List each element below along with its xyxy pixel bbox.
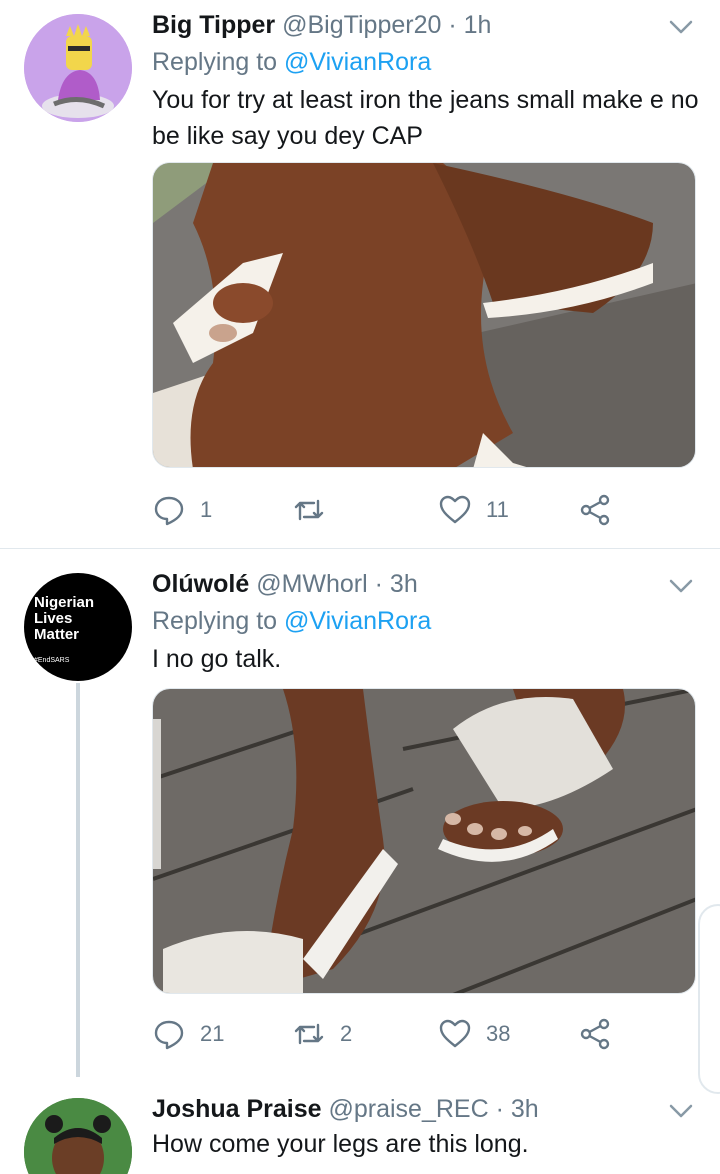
retweet-button[interactable] bbox=[292, 490, 340, 530]
mention-link[interactable]: @VivianRora bbox=[284, 607, 431, 635]
share-button[interactable] bbox=[578, 1014, 612, 1054]
separator: · bbox=[495, 1095, 504, 1123]
avatar-text-line2: Lives bbox=[34, 610, 73, 627]
avatar-hashtag: #EndSARS bbox=[34, 657, 70, 664]
white-sandals-on-deck-photo-icon bbox=[153, 689, 695, 993]
replying-to: Replying to @VivianRora bbox=[152, 607, 432, 635]
display-name[interactable]: Joshua Praise bbox=[152, 1095, 322, 1123]
like-button[interactable]: 38 bbox=[438, 1014, 510, 1054]
like-count: 38 bbox=[486, 1021, 511, 1046]
reply-icon bbox=[154, 1020, 184, 1050]
handle[interactable]: @praise_REC bbox=[328, 1095, 488, 1123]
avatar[interactable] bbox=[24, 14, 132, 122]
tweet-oluwole[interactable]: Nigerian Lives Matter #EndSARS Olúwolé @… bbox=[0, 549, 720, 1077]
heart-icon bbox=[439, 1019, 471, 1048]
handle[interactable]: @MWhorl bbox=[256, 570, 368, 598]
tweet-text: I no go talk. bbox=[152, 645, 282, 673]
separator: · bbox=[448, 11, 457, 39]
avatar[interactable] bbox=[24, 1098, 132, 1174]
tweet-media[interactable] bbox=[152, 162, 696, 468]
chevron-down-icon[interactable] bbox=[666, 12, 696, 42]
share-button[interactable] bbox=[578, 490, 612, 530]
tweet-big-tipper[interactable]: Big Tipper @BigTipper20 · 1h Replying to… bbox=[0, 0, 720, 548]
retweet-button[interactable]: 2 bbox=[292, 1014, 352, 1054]
chevron-down-icon[interactable] bbox=[666, 1096, 696, 1126]
reply-button[interactable]: 1 bbox=[152, 490, 212, 530]
tweet-text: How come your legs are this long. bbox=[152, 1130, 529, 1158]
timestamp[interactable]: 3h bbox=[511, 1095, 539, 1123]
share-icon bbox=[580, 1018, 610, 1050]
reply-count: 21 bbox=[200, 1021, 225, 1046]
replying-to: Replying to @VivianRora bbox=[152, 48, 432, 76]
heart-icon bbox=[439, 495, 471, 524]
display-name[interactable]: Olúwolé bbox=[152, 570, 249, 598]
tweet-joshua-praise[interactable]: Joshua Praise @praise_REC · 3h How come … bbox=[0, 1074, 720, 1174]
reply-icon bbox=[154, 496, 184, 526]
share-icon bbox=[580, 494, 610, 526]
cartoon-character-avatar-icon bbox=[24, 14, 132, 122]
avatar[interactable]: Nigerian Lives Matter #EndSARS bbox=[24, 573, 132, 681]
handle[interactable]: @BigTipper20 bbox=[282, 11, 441, 39]
mention-link[interactable]: @VivianRora bbox=[284, 48, 431, 76]
chevron-down-icon[interactable] bbox=[666, 571, 696, 601]
retweet-count: 2 bbox=[340, 1021, 353, 1046]
avatar-text-line1: Nigerian bbox=[34, 594, 95, 611]
foot-in-white-slide-photo-icon bbox=[153, 163, 695, 467]
retweet-icon bbox=[294, 499, 324, 521]
thread-line bbox=[76, 683, 80, 1077]
timestamp[interactable]: 3h bbox=[390, 570, 418, 598]
timestamp[interactable]: 1h bbox=[464, 11, 492, 39]
retweet-icon bbox=[294, 1023, 324, 1045]
like-count: 11 bbox=[486, 497, 509, 522]
like-button[interactable]: 11 bbox=[438, 490, 509, 530]
floating-button-edge[interactable] bbox=[698, 904, 720, 1094]
child-photo-avatar-icon bbox=[24, 1098, 132, 1174]
tweet-text: You for try at least iron the jeans smal… bbox=[152, 86, 699, 150]
tweet-media[interactable] bbox=[152, 688, 696, 994]
avatar-text-line3: Matter bbox=[34, 626, 80, 643]
separator: · bbox=[374, 570, 383, 598]
reply-button[interactable]: 21 bbox=[152, 1014, 224, 1054]
reply-count: 1 bbox=[200, 497, 213, 522]
display-name[interactable]: Big Tipper bbox=[152, 11, 275, 39]
